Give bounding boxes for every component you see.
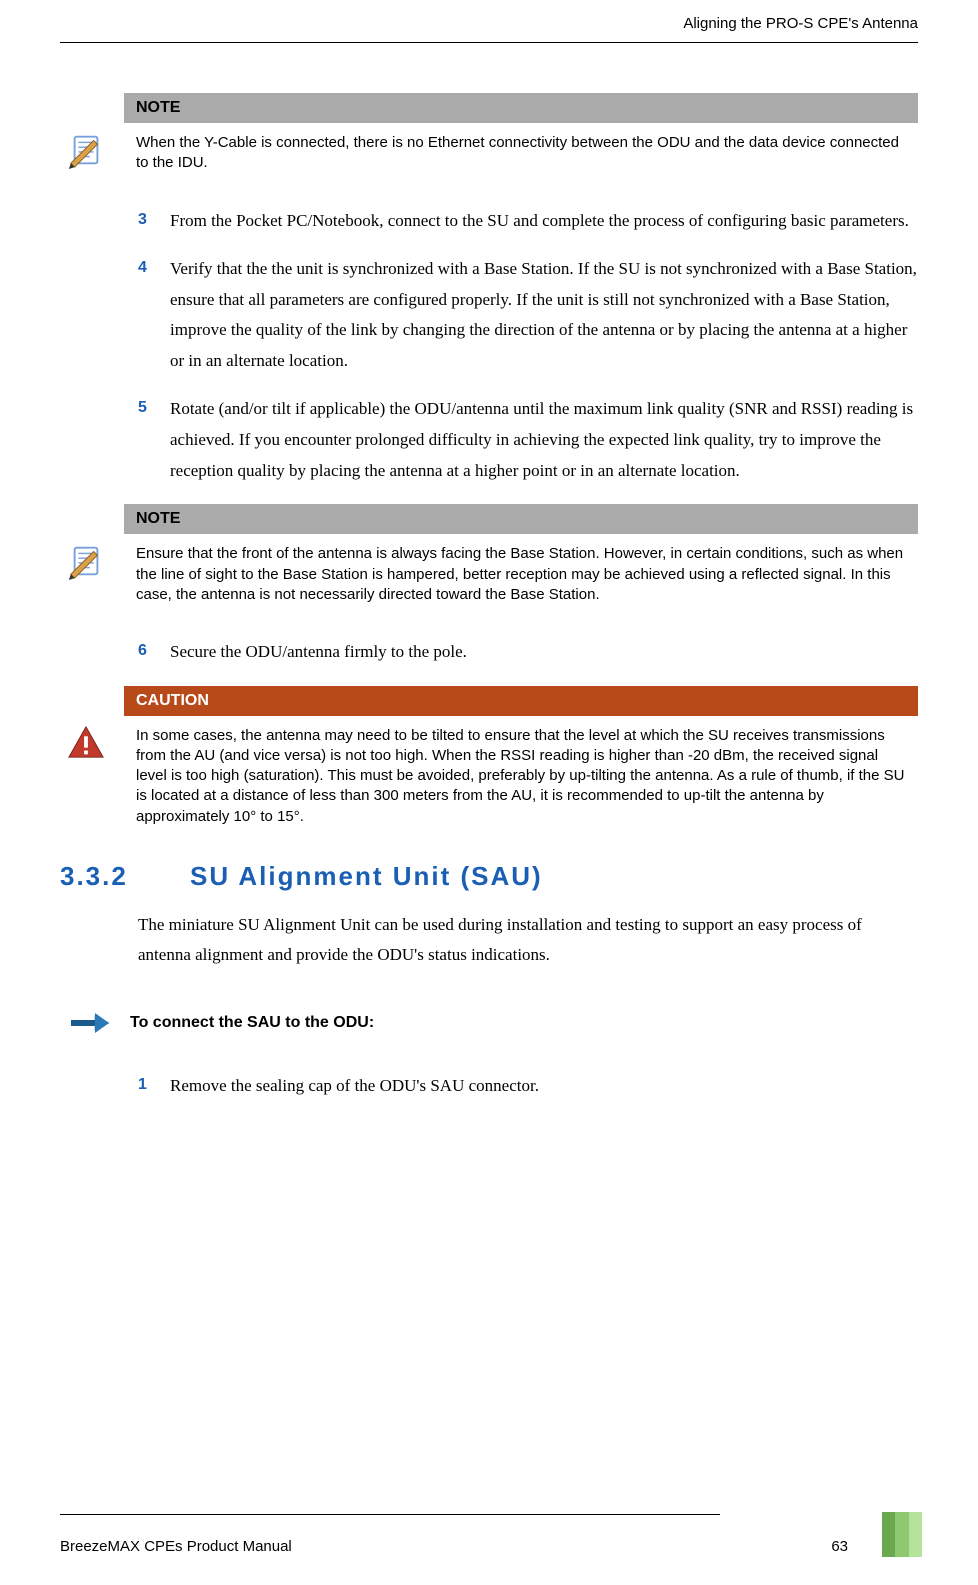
step-number: 1 <box>138 1071 170 1102</box>
note-body: When the Y-Cable is connected, there is … <box>124 123 918 178</box>
running-header-text: Aligning the PRO-S CPE's Antenna <box>683 15 918 32</box>
footer-book-title: BreezeMAX CPEs Product Manual <box>60 1538 292 1555</box>
step-number: 3 <box>138 206 170 237</box>
note-icon <box>48 93 124 169</box>
footer-page-number: 63 <box>831 1538 848 1555</box>
section-number: 3.3.2 <box>60 861 190 892</box>
note-icon <box>48 504 124 580</box>
step-number: 4 <box>138 254 170 376</box>
procedure-title: To connect the SAU to the ODU: <box>130 1014 374 1032</box>
step-text: Verify that the the unit is synchronized… <box>170 254 918 376</box>
note-label: NOTE <box>124 504 918 534</box>
step-text: From the Pocket PC/Notebook, connect to … <box>170 206 918 237</box>
caution-label: CAUTION <box>124 686 918 716</box>
note-callout: NOTE Ensure that the front of the antenn… <box>48 504 918 609</box>
step-number: 5 <box>138 394 170 486</box>
page-footer: BreezeMAX CPEs Product Manual 63 <box>60 1528 918 1555</box>
step-text: Remove the sealing cap of the ODU's SAU … <box>170 1071 918 1102</box>
note-callout: NOTE When the Y-Cable is connected, ther… <box>48 93 918 178</box>
section-heading: 3.3.2 SU Alignment Unit (SAU) <box>60 861 918 892</box>
caution-callout: CAUTION In some cases, the antenna may n… <box>48 686 918 831</box>
caution-body: In some cases, the antenna may need to b… <box>124 716 918 831</box>
note-label: NOTE <box>124 93 918 123</box>
step-number: 6 <box>138 637 170 668</box>
step-text: Rotate (and/or tilt if applicable) the O… <box>170 394 918 486</box>
footer-rule <box>60 1514 720 1515</box>
step-item: 6 Secure the ODU/antenna firmly to the p… <box>138 637 918 668</box>
section-paragraph: The miniature SU Alignment Unit can be u… <box>138 910 918 971</box>
step-text: Secure the ODU/antenna firmly to the pol… <box>170 637 918 668</box>
step-item: 3 From the Pocket PC/Notebook, connect t… <box>138 206 918 237</box>
section-title: SU Alignment Unit (SAU) <box>190 861 543 892</box>
footer-color-bar <box>882 1512 922 1557</box>
step-item: 4 Verify that the the unit is synchroniz… <box>138 254 918 376</box>
arrow-icon <box>48 1011 130 1035</box>
running-header: Aligning the PRO-S CPE's Antenna <box>60 15 918 43</box>
caution-icon <box>48 686 124 760</box>
step-item: 1 Remove the sealing cap of the ODU's SA… <box>138 1071 918 1102</box>
procedure-heading: To connect the SAU to the ODU: <box>48 1011 918 1035</box>
step-item: 5 Rotate (and/or tilt if applicable) the… <box>138 394 918 486</box>
note-body: Ensure that the front of the antenna is … <box>124 534 918 609</box>
